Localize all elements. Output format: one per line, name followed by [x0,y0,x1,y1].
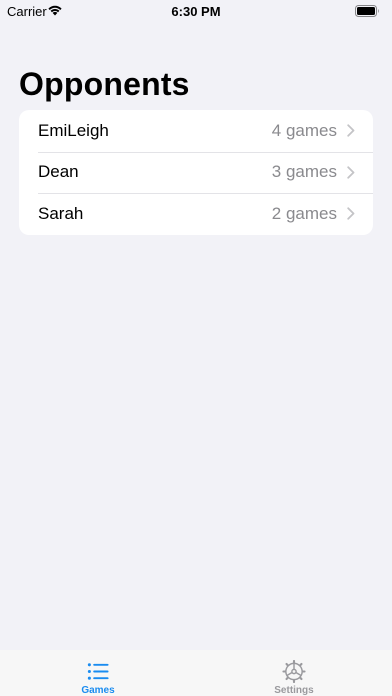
battery-icon [355,5,379,17]
list-item[interactable]: Sarah 2 games [19,193,373,235]
games-count: 4 games [271,120,337,140]
chevron-right-icon [347,124,355,137]
status-time: 6:30 PM [171,4,221,19]
chevron-right-icon [347,166,355,179]
tab-label: Settings [274,685,314,696]
list-item[interactable]: EmiLeigh 4 games [19,110,373,152]
opponent-name: Dean [38,162,79,182]
games-count: 3 games [271,162,337,182]
gear-icon [282,660,306,683]
status-bar: Carrier 6:30 PM [0,0,392,22]
list-icon [87,663,109,680]
opponent-name: Sarah [38,203,84,223]
tab-games[interactable]: Games [48,650,148,696]
list-item[interactable]: Dean 3 games [19,151,373,194]
tab-label: Games [81,685,115,696]
page-title: Opponents [19,66,190,102]
games-count: 2 games [271,203,337,223]
tab-bar: Games Settings [0,650,392,696]
tab-settings[interactable]: Settings [244,650,344,696]
opponents-list: EmiLeigh 4 games Dean 3 games Sarah 2 ga… [19,110,373,235]
opponent-name: EmiLeigh [38,120,109,140]
chevron-right-icon [347,207,355,220]
